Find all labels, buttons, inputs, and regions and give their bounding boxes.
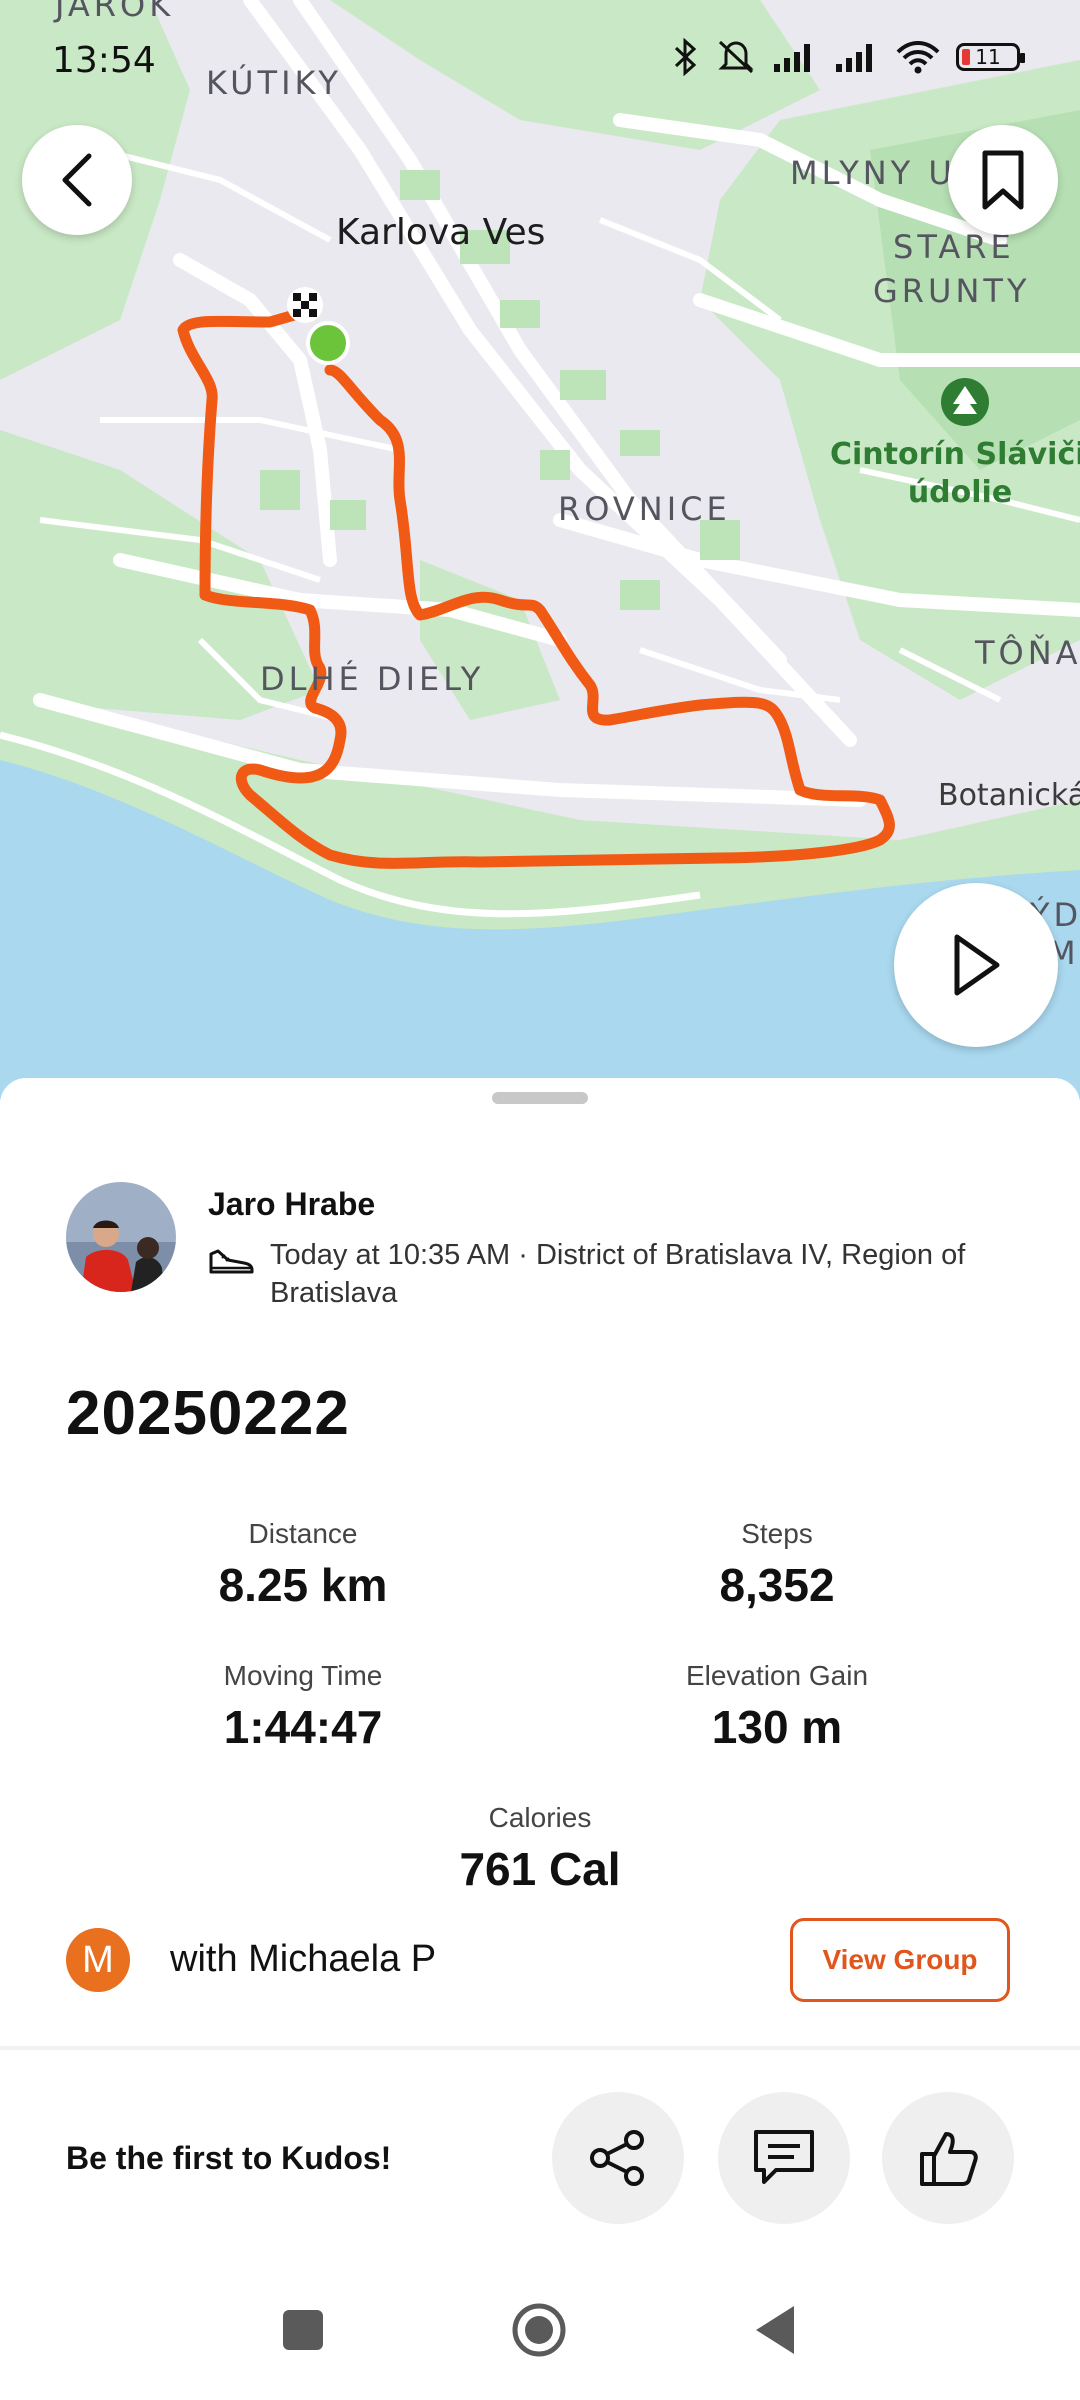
stat-distance-value: 8.25 km — [218, 1559, 388, 1611]
view-group-button[interactable]: View Group — [790, 1918, 1010, 2002]
play-icon — [954, 934, 1000, 996]
battery-level: 11 — [975, 45, 1001, 69]
stat-calories: Calories 761 Cal — [340, 1802, 740, 1896]
stat-moving-time-label: Moving Time — [223, 1660, 383, 1691]
status-icons: 11 — [672, 38, 1025, 76]
stat-moving-time-value: 1:44:47 — [223, 1701, 383, 1753]
map-label-botanicka: Botanická — [938, 778, 1080, 813]
stat-calories-label: Calories — [488, 1802, 592, 1833]
back-button[interactable] — [22, 125, 132, 235]
thumbs-up-icon — [920, 2132, 978, 2186]
status-bar: 13:54 11 — [0, 0, 1080, 120]
kudos-button[interactable] — [882, 2092, 1014, 2224]
system-nav-bar — [0, 2280, 1080, 2400]
bookmark-icon — [982, 150, 1024, 210]
comment-button[interactable] — [718, 2092, 850, 2224]
map-label-karlova-ves: Karlova Ves — [336, 212, 546, 253]
status-time: 13:54 — [52, 40, 156, 81]
athlete-photo — [66, 1182, 176, 1292]
activity-meta: Today at 10:35 AM · District of Bratisla… — [270, 1239, 966, 1309]
stat-steps-value: 8,352 — [719, 1559, 835, 1611]
stat-elevation-gain-value: 130 m — [711, 1701, 843, 1753]
stat-distance: Distance 8.25 km — [103, 1518, 503, 1612]
stat-calories-value: 761 Cal — [459, 1843, 621, 1895]
wifi-icon — [896, 41, 940, 74]
kudos-prompt: Be the first to Kudos! — [66, 2140, 392, 2176]
mute-icon — [718, 40, 754, 74]
stat-elevation-gain-label: Elevation Gain — [685, 1660, 869, 1691]
athlete-avatar[interactable] — [66, 1182, 176, 1292]
share-button[interactable] — [552, 2092, 684, 2224]
share-icon — [590, 2130, 644, 2186]
stat-moving-time: Moving Time 1:44:47 — [103, 1660, 503, 1754]
map-label-grunty: GRUNTY — [873, 272, 1031, 310]
home-button[interactable] — [511, 2302, 567, 2358]
recent-apps-button[interactable] — [283, 2310, 323, 2350]
play-flyover-button[interactable] — [894, 883, 1058, 1047]
chevron-left-icon — [62, 153, 92, 207]
bookmark-button[interactable] — [948, 125, 1058, 235]
stat-steps-label: Steps — [741, 1518, 813, 1549]
map-label-rovnice: ROVNICE — [558, 490, 731, 528]
map-label-tona: TÔŇA — [975, 634, 1080, 672]
group-member-avatar[interactable]: M — [66, 1928, 130, 1992]
signal-icon — [774, 44, 810, 72]
stat-distance-label: Distance — [248, 1518, 358, 1549]
activity-title: 20250222 — [66, 1379, 350, 1448]
section-divider — [0, 2046, 1080, 2050]
system-back-button[interactable] — [752, 2302, 798, 2358]
athlete-name[interactable]: Jaro Hrabe — [208, 1186, 375, 1223]
drag-handle[interactable] — [492, 1092, 588, 1104]
signal-icon-2 — [836, 44, 872, 72]
stat-elevation-gain: Elevation Gain 130 m — [577, 1660, 977, 1754]
stat-steps: Steps 8,352 — [577, 1518, 977, 1612]
shoe-icon — [209, 1249, 254, 1274]
comment-icon — [754, 2130, 814, 2184]
activity-map[interactable]: JAROK KÚTIKY Karlova Ves MLYNY U STARÉ G… — [0, 0, 1080, 1100]
group-activity-text: with Michaela P — [170, 1938, 437, 1980]
map-label-cintorin: Cintorín Slávičie údolie — [830, 436, 1080, 512]
map-label-cintorin-line1: Cintorín Slávičie — [830, 437, 1080, 472]
bluetooth-icon — [674, 38, 697, 76]
battery-icon: 11 — [956, 43, 1025, 71]
map-label-mlyny: MLYNY U — [790, 154, 956, 192]
map-label-dlhe-diely: DLHÉ DIELY — [260, 660, 485, 698]
map-label-cintorin-line2: údolie — [907, 475, 1013, 510]
activity-sheet: Jaro Hrabe Today at 10:35 AM · District … — [0, 1078, 1080, 2048]
